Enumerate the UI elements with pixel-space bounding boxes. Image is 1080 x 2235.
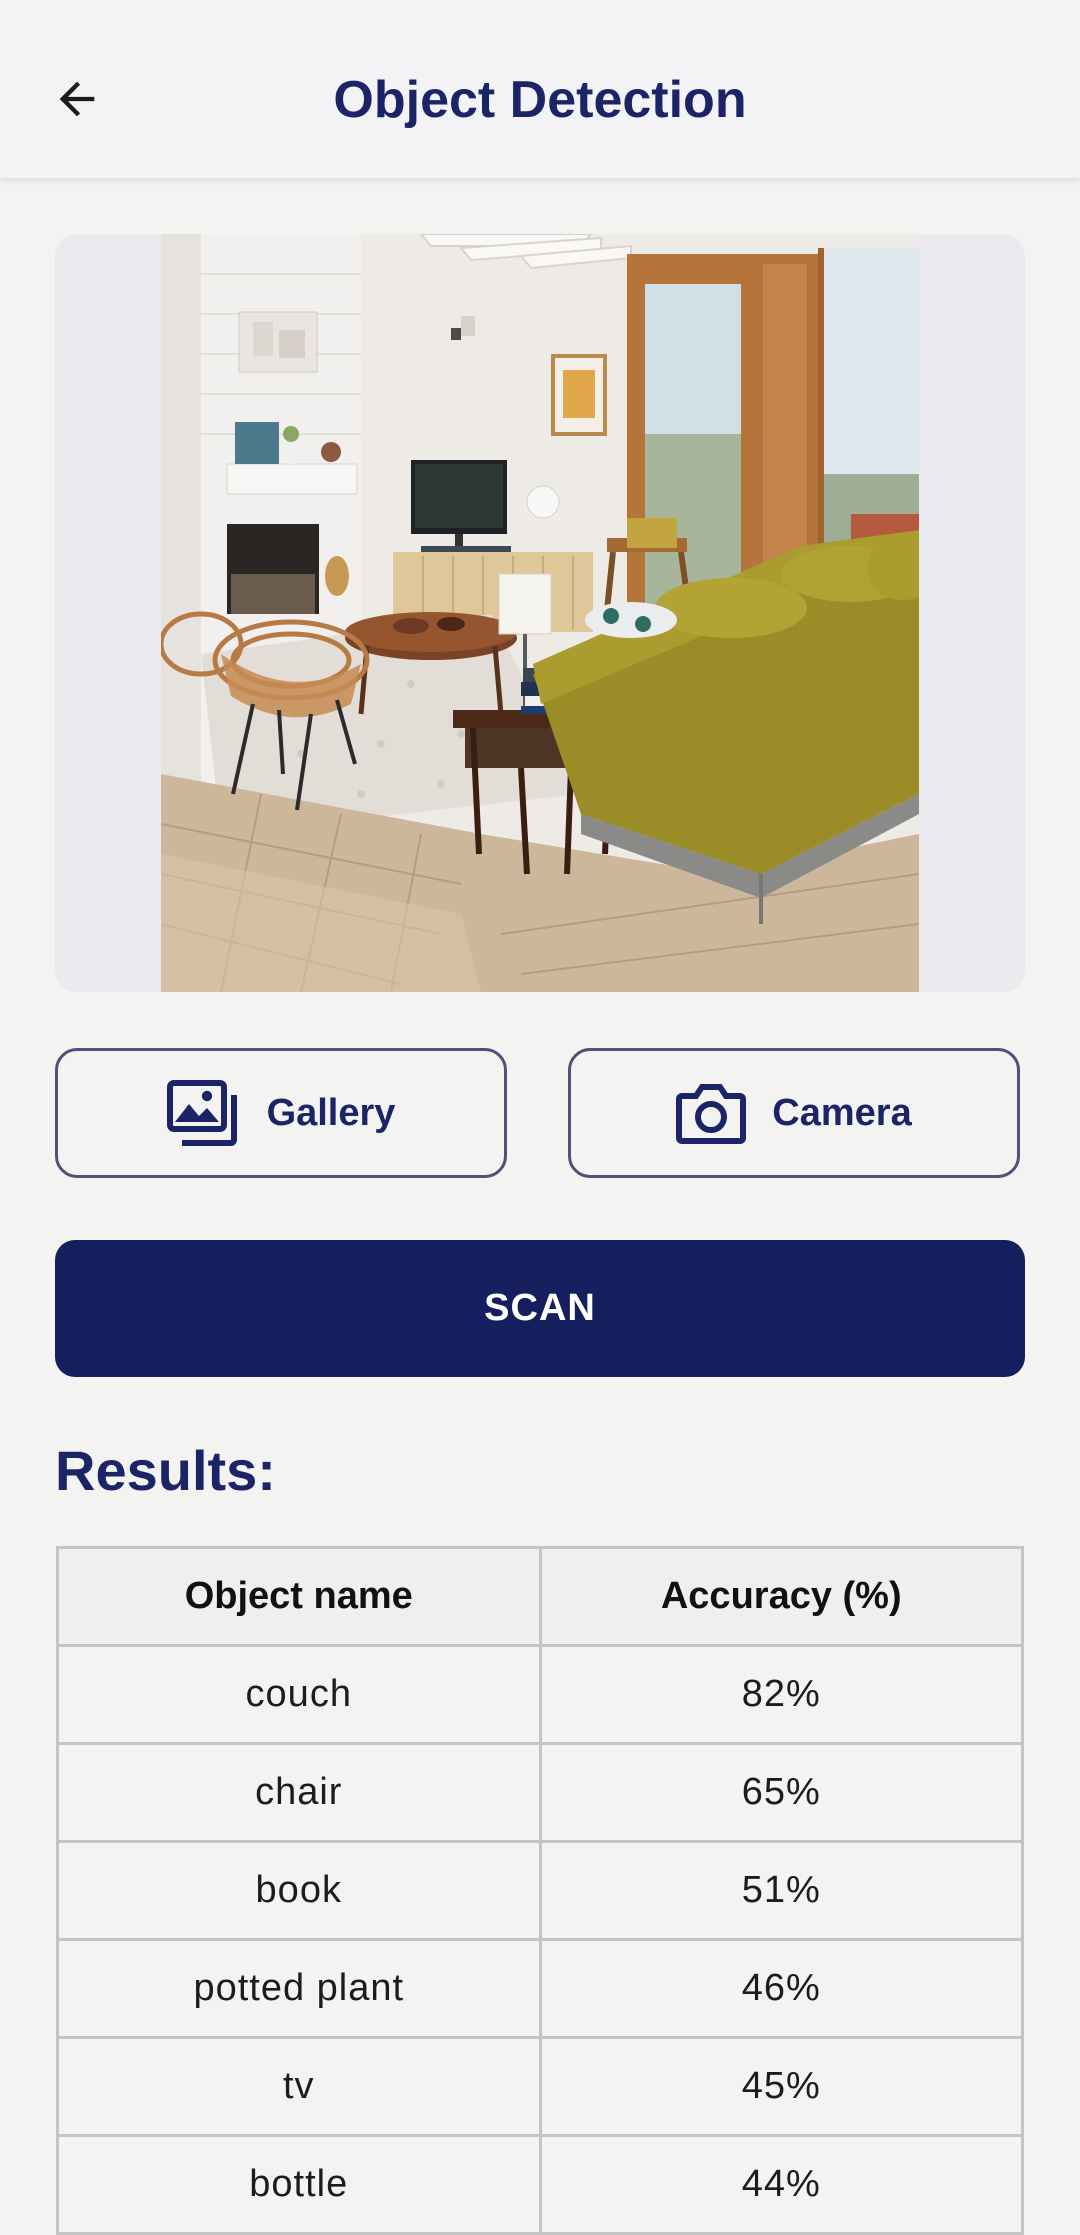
page-title: Object Detection [333,71,747,129]
object-name-cell: book [56,1840,542,1941]
table-row: tv 45% [56,2036,1024,2137]
object-name-cell: bottle [56,2134,542,2235]
image-gallery-icon [166,1080,237,1146]
living-room-photo [161,234,919,992]
object-name-cell: potted plant [56,1938,542,2039]
column-header-object-name: Object name [56,1546,542,1647]
camera-label: Camera [772,1091,912,1134]
camera-icon [676,1084,747,1144]
object-name-cell: couch [56,1644,542,1745]
gallery-button[interactable]: Gallery [55,1048,507,1178]
app-bar: Object Detection [0,0,1080,178]
scan-button[interactable]: SCAN [55,1240,1025,1377]
image-preview [55,234,1025,992]
gallery-label: Gallery [266,1091,396,1134]
object-name-cell: chair [56,1742,542,1843]
results-heading: Results: [55,1439,276,1502]
accuracy-cell: 82% [538,1644,1024,1745]
camera-button[interactable]: Camera [568,1048,1020,1178]
table-header-row: Object name Accuracy (%) [56,1546,1024,1647]
table-row: book 51% [56,1840,1024,1941]
table-row: potted plant 46% [56,1938,1024,2039]
object-name-cell: tv [56,2036,542,2137]
results-table: Object name Accuracy (%) couch 82% chair… [56,1546,1024,2235]
column-header-accuracy: Accuracy (%) [538,1546,1024,1647]
accuracy-cell: 45% [538,2036,1024,2137]
table-row: bottle 44% [56,2134,1024,2235]
accuracy-cell: 65% [538,1742,1024,1843]
accuracy-cell: 44% [538,2134,1024,2235]
table-row: couch 82% [56,1644,1024,1745]
accuracy-cell: 46% [538,1938,1024,2039]
accuracy-cell: 51% [538,1840,1024,1941]
table-row: chair 65% [56,1742,1024,1843]
